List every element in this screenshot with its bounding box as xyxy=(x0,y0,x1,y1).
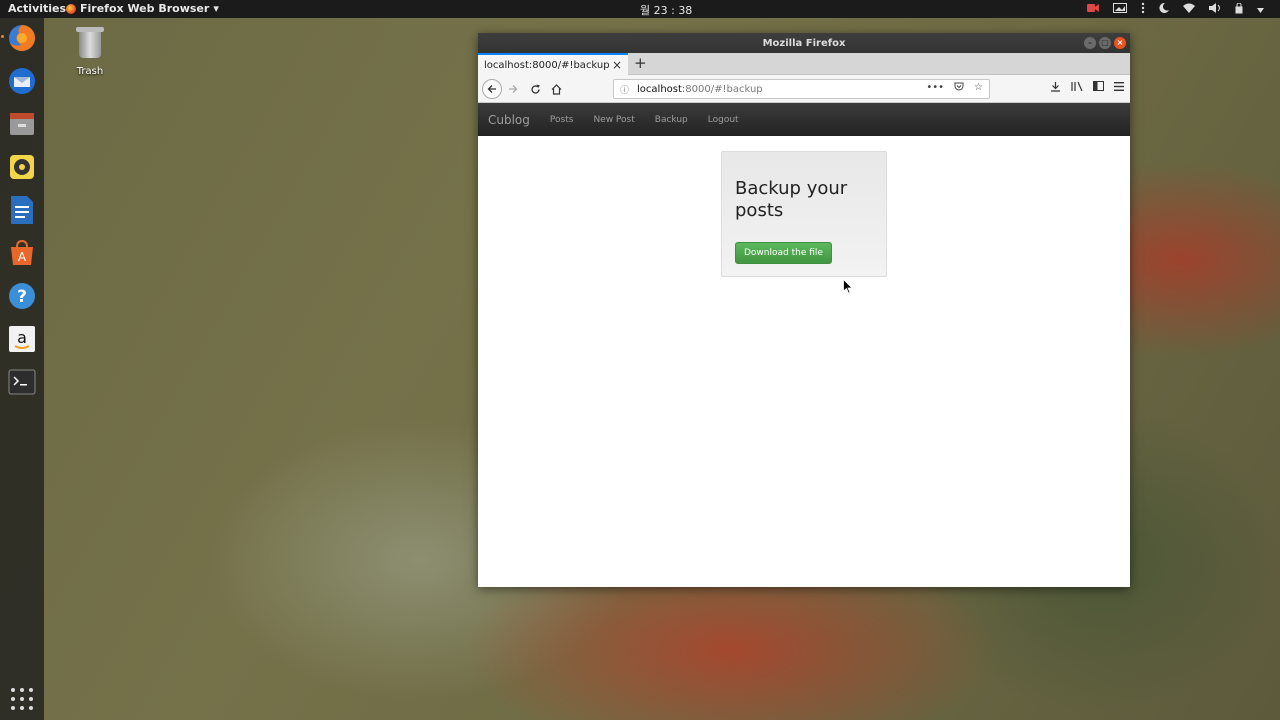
close-icon[interactable]: × xyxy=(1114,37,1126,49)
svg-text:a: a xyxy=(17,328,27,347)
back-icon[interactable] xyxy=(482,79,502,99)
terminal-icon xyxy=(8,369,36,395)
gnome-top-bar: Activities Firefox Web Browser ▾ 월 23 : … xyxy=(0,0,1280,18)
nav-posts[interactable]: Posts xyxy=(550,115,574,125)
chevron-down-icon: ▾ xyxy=(213,2,219,15)
screen-record-icon[interactable] xyxy=(1087,3,1099,16)
dock-thunderbird[interactable] xyxy=(6,65,38,97)
nav-new-post[interactable]: New Post xyxy=(593,115,634,125)
amazon-icon: a xyxy=(9,326,35,352)
tab-title: localhost:8000/#!backup xyxy=(484,59,610,71)
pocket-icon[interactable] xyxy=(954,82,964,95)
svg-text:?: ? xyxy=(17,287,27,307)
download-file-button[interactable]: Download the file xyxy=(735,242,832,264)
firefox-icon xyxy=(66,3,76,14)
window-titlebar[interactable]: Mozilla Firefox – □ × xyxy=(478,33,1130,53)
volume-icon[interactable] xyxy=(1209,3,1221,16)
more-menu-icon[interactable] xyxy=(1141,2,1145,17)
nav-logout[interactable]: Logout xyxy=(708,115,739,125)
window-title: Mozilla Firefox xyxy=(762,37,846,49)
mouse-cursor-icon xyxy=(843,278,853,298)
forward-icon[interactable] xyxy=(504,80,522,98)
sidebar-icon[interactable] xyxy=(1093,81,1104,95)
battery-lock-icon[interactable] xyxy=(1235,2,1243,17)
url-bar[interactable]: ⓘ localhost:8000/#!backup ••• ☆ xyxy=(613,79,990,99)
writer-icon xyxy=(11,196,33,224)
files-icon xyxy=(10,113,34,135)
dock-help[interactable]: ? xyxy=(6,280,38,312)
dock-files[interactable] xyxy=(6,108,38,140)
new-tab-icon[interactable]: + xyxy=(634,54,647,72)
url-actions: ••• ☆ xyxy=(926,82,983,95)
desktop-trash[interactable]: Trash xyxy=(70,27,110,77)
clock[interactable]: 월 23 : 38 xyxy=(640,2,692,18)
maximize-icon[interactable]: □ xyxy=(1099,37,1111,49)
rhythmbox-icon xyxy=(10,155,34,179)
window-controls: – □ × xyxy=(1084,37,1126,49)
url-host: localhost xyxy=(637,83,682,95)
bookmark-star-icon[interactable]: ☆ xyxy=(974,82,983,95)
show-applications-icon[interactable] xyxy=(11,688,33,710)
reload-icon[interactable] xyxy=(526,80,544,98)
thunderbird-icon xyxy=(9,68,35,94)
tab-strip: localhost:8000/#!backup × + xyxy=(478,53,1130,75)
url-path: :8000/#!backup xyxy=(681,83,763,95)
toolbar-right xyxy=(1050,81,1124,95)
dock-software-center[interactable]: A xyxy=(6,237,38,269)
site-navbar: Cublog Posts New Post Backup Logout xyxy=(478,103,1130,136)
dock-firefox[interactable] xyxy=(1,22,38,54)
system-menu-chevron-icon[interactable] xyxy=(1257,3,1264,16)
ubuntu-dock: A ? a xyxy=(0,18,44,720)
wifi-icon[interactable] xyxy=(1183,3,1195,16)
page-actions-icon[interactable]: ••• xyxy=(926,82,944,95)
dock-rhythmbox[interactable] xyxy=(6,151,38,183)
svg-text:A: A xyxy=(18,250,27,264)
dock-amazon[interactable]: a xyxy=(6,323,38,355)
firefox-icon xyxy=(9,25,35,51)
tab-close-icon[interactable]: × xyxy=(612,58,622,72)
downloads-icon[interactable] xyxy=(1050,81,1061,95)
trash-icon xyxy=(76,27,104,58)
web-page: Cublog Posts New Post Backup Logout Back… xyxy=(478,103,1130,587)
app-menu[interactable]: Firefox Web Browser ▾ xyxy=(66,2,219,15)
software-center-icon: A xyxy=(11,239,33,265)
minimize-icon[interactable]: – xyxy=(1084,37,1096,49)
hamburger-menu-icon[interactable] xyxy=(1114,81,1124,95)
page-title: Backup your posts xyxy=(735,178,848,221)
info-icon[interactable]: ⓘ xyxy=(620,83,629,96)
night-light-icon[interactable] xyxy=(1159,2,1169,16)
tab-backup[interactable]: localhost:8000/#!backup × xyxy=(478,53,628,75)
help-icon: ? xyxy=(9,283,35,309)
app-menu-label: Firefox Web Browser xyxy=(80,2,210,15)
trash-label: Trash xyxy=(76,66,104,77)
home-icon[interactable] xyxy=(547,80,565,98)
backup-panel: Backup your posts Download the file xyxy=(721,151,887,277)
system-tray[interactable] xyxy=(1087,2,1264,17)
site-brand[interactable]: Cublog xyxy=(488,113,530,127)
dock-terminal[interactable] xyxy=(6,366,38,398)
activities-button[interactable]: Activities xyxy=(8,2,66,15)
firefox-window: Mozilla Firefox – □ × localhost:8000/#!b… xyxy=(478,33,1130,587)
nav-backup[interactable]: Backup xyxy=(655,115,688,125)
library-icon[interactable] xyxy=(1071,81,1083,95)
browser-toolbar: ⓘ localhost:8000/#!backup ••• ☆ xyxy=(478,75,1130,103)
dock-libreoffice-writer[interactable] xyxy=(6,194,38,226)
screenshot-icon[interactable] xyxy=(1113,3,1127,16)
